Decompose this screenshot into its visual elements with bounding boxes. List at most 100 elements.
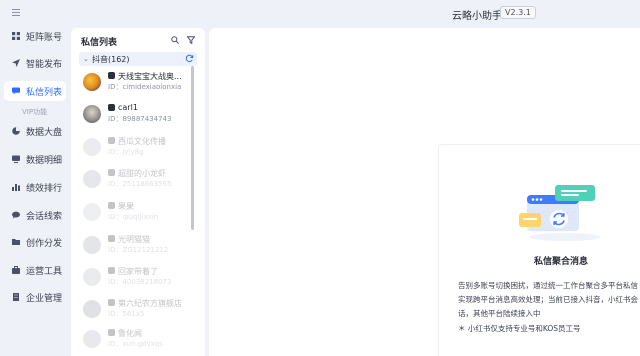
- conversation-uid: ID：89887434743: [108, 115, 172, 123]
- card-title: 私信聚合消息: [534, 257, 589, 267]
- message-aggregation-illustration: [517, 181, 609, 243]
- building-icon: [12, 293, 20, 301]
- bar-chart-icon: [12, 183, 20, 191]
- conversation-name: 鲁化闻: [118, 329, 142, 338]
- sidebar-item-label: 智能发布: [26, 59, 63, 70]
- sidebar-item-label: 会话线索: [26, 211, 63, 222]
- avatar: [83, 203, 101, 221]
- conversation-item[interactable]: 第六纪农方旗舰店 ID：561x5: [83, 298, 195, 324]
- conversation-uid: ID：qiuqijiaxin: [108, 213, 159, 221]
- description-line: 实现跨平台消息高效处理；当前已接入抖音，小红书会: [458, 295, 638, 304]
- douyin-icon: [108, 104, 115, 111]
- filter-icon[interactable]: [186, 36, 196, 47]
- douyin-icon: [108, 299, 115, 306]
- message-list-panel: 私信列表 ⌄ 抖音(162) 天线宝宝大战奥... ID：cimidexiaol…: [71, 28, 205, 356]
- sidebar-item-label: 数据大盘: [26, 127, 63, 138]
- monitor-icon: [12, 155, 20, 163]
- scrollbar[interactable]: [191, 66, 194, 230]
- panel-toolbar: [171, 36, 196, 47]
- conversation-uid: ID：25118663565: [108, 180, 172, 188]
- sidebar-item-content-distribution[interactable]: 创作分发: [4, 232, 66, 252]
- douyin-icon: [108, 72, 115, 79]
- grid-icon: [12, 32, 20, 40]
- conversation-item[interactable]: 西瓜文化传播 ID：jyjy8g: [83, 136, 195, 162]
- send-icon: [12, 59, 20, 67]
- sidebar-item-enterprise-management[interactable]: 企业管理: [4, 287, 66, 307]
- folder-icon: [12, 238, 20, 246]
- conversation-name: 超甜的小龙虾: [118, 169, 166, 178]
- sidebar-item-session-leads[interactable]: 会话线索: [4, 205, 66, 225]
- refresh-icon[interactable]: [185, 54, 194, 66]
- conversation-item[interactable]: 回家带着了 ID：40038218073: [83, 266, 195, 292]
- description-line: 告别多账号切换困扰，通过统一工作台聚合多平台私信: [458, 281, 638, 290]
- card-description: 告别多账号切换困扰，通过统一工作台聚合多平台私信 实现跨平台消息高效处理；当前已…: [458, 279, 640, 321]
- conversation-item[interactable]: 光明猫猫 ID：ZG12121212: [83, 234, 195, 260]
- conversation-name: 第六纪农方旗舰店: [118, 299, 182, 308]
- sidebar-item-performance-ranking[interactable]: 绩效排行: [4, 177, 66, 197]
- conversation-item[interactable]: carl1 ID：89887434743: [83, 103, 195, 129]
- version-badge: V2.3.1: [500, 6, 536, 19]
- sidebar-item-data-dashboard[interactable]: 数据大盘: [4, 121, 66, 141]
- douyin-icon: [108, 267, 115, 274]
- avatar: [83, 236, 101, 254]
- sidebar-item-label: 运营工具: [26, 266, 63, 277]
- description-line: 话，其他平台陆续接入中: [458, 309, 541, 318]
- sidebar-item-label: 企业管理: [26, 293, 63, 304]
- card-note: ＊ 小红书仅支持专业号和KOS员工号: [458, 324, 581, 333]
- panel-title: 私信列表: [81, 38, 118, 48]
- platform-group-douyin[interactable]: ⌄ 抖音(162): [79, 52, 197, 66]
- sidebar-item-label: 私信列表: [26, 87, 63, 98]
- pie-icon: [12, 127, 20, 135]
- empty-state-card: 私信聚合消息 告别多账号切换困扰，通过统一工作台聚合多平台私信 实现跨平台消息高…: [438, 144, 640, 356]
- conversation-uid: ID：40038218073: [108, 278, 172, 286]
- sidebar-item-label: 创作分发: [26, 238, 63, 249]
- avatar: [83, 73, 101, 91]
- douyin-icon: [108, 169, 115, 176]
- main-content: 私信聚合消息 告别多账号切换困扰，通过统一工作台聚合多平台私信 实现跨平台消息高…: [209, 28, 640, 356]
- douyin-icon: [108, 329, 115, 336]
- chat-icon: [12, 211, 20, 219]
- sidebar-item-label: 数据明细: [26, 155, 63, 166]
- avatar: [83, 138, 101, 156]
- conversation-uid: ID：ZG12121212: [108, 246, 169, 254]
- sidebar-item-ops-tools[interactable]: 运营工具: [4, 260, 66, 280]
- sidebar-item-matrix-accounts[interactable]: 矩阵账号: [4, 26, 66, 46]
- douyin-icon: [108, 137, 115, 144]
- avatar: [83, 105, 101, 123]
- group-name: 抖音(162): [92, 54, 130, 64]
- avatar: [83, 170, 101, 188]
- conversation-uid: ID：cimidexiaolonxia: [108, 83, 182, 91]
- conversation-name: carl1: [118, 103, 138, 112]
- conversation-item[interactable]: 超甜的小龙虾 ID：25118663565: [83, 168, 195, 194]
- search-icon[interactable]: [171, 36, 179, 47]
- sidebar-item-label: 矩阵账号: [26, 32, 63, 43]
- conversation-item[interactable]: 天线宝宝大战奥... ID：cimidexiaolonxia: [83, 71, 195, 97]
- sidebar-item-messages[interactable]: 私信列表: [4, 81, 66, 101]
- conversation-uid: ID：jyjy8g: [108, 148, 144, 156]
- toolbox-icon: [12, 266, 20, 274]
- avatar: [83, 300, 101, 318]
- sidebar-subitem-vip[interactable]: VIP功能: [22, 107, 47, 117]
- sidebar-item-smart-publish[interactable]: 智能发布: [4, 53, 66, 73]
- app-title: 云略小助手: [452, 11, 502, 22]
- sidebar-item-label: 绩效排行: [26, 183, 63, 194]
- conversation-uid: ID：561x5: [108, 310, 145, 318]
- conversation-item[interactable]: 果果 ID：qiuqijiaxin: [83, 201, 195, 227]
- conversation-name: 光明猫猫: [118, 235, 150, 244]
- title-bar: 云略小助手 V2.3.1: [0, 0, 640, 26]
- conversation-name: 果果: [118, 202, 134, 211]
- douyin-icon: [108, 235, 115, 242]
- avatar: [83, 268, 101, 286]
- avatar: [83, 330, 101, 348]
- conversation-name: 回家带着了: [118, 267, 158, 276]
- conversation-item[interactable]: 鲁化闻 ID：xun.gdvxqs: [83, 328, 195, 354]
- douyin-icon: [108, 202, 115, 209]
- message-icon: [12, 87, 20, 95]
- sidebar-item-data-details[interactable]: 数据明细: [4, 149, 66, 169]
- conversation-uid: ID：xun.gdvxqs: [108, 340, 163, 348]
- conversation-name: 西瓜文化传播: [118, 137, 166, 146]
- conversation-name: 天线宝宝大战奥...: [118, 72, 182, 81]
- sidebar: 矩阵账号 智能发布 私信列表 VIP功能 数据大盘 数据明细 绩效排行 会话线索…: [0, 26, 70, 356]
- chevron-down-icon: ⌄: [83, 55, 89, 63]
- menu-icon[interactable]: [12, 9, 20, 16]
